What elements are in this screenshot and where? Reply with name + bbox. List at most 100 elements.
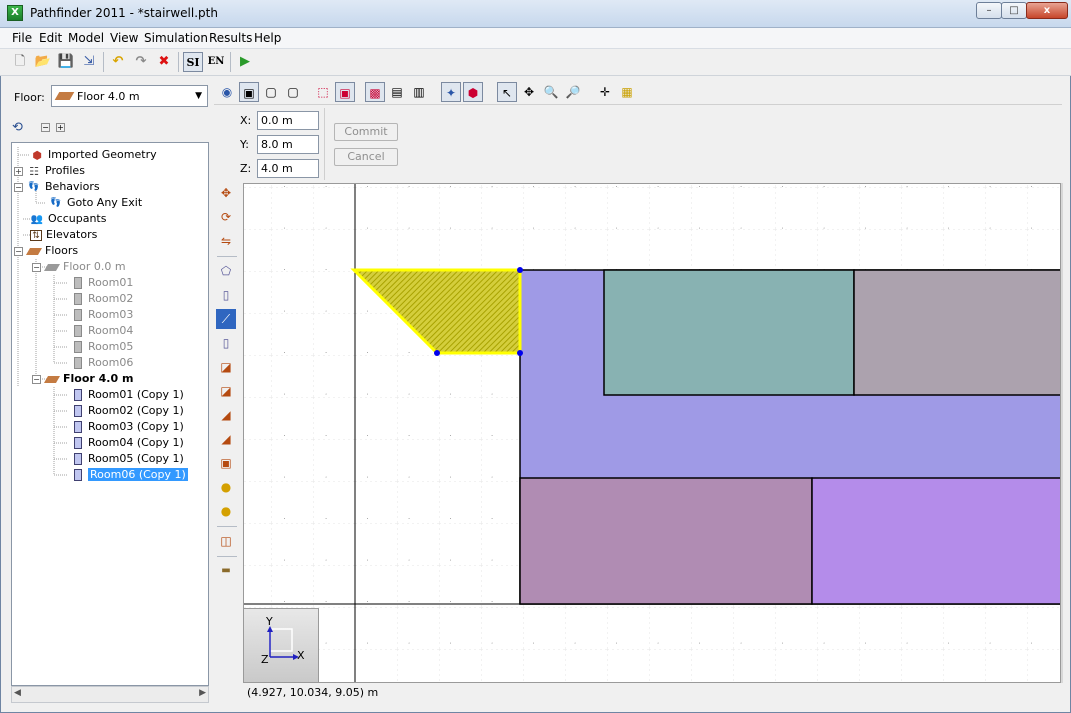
menu-edit[interactable]: Edit xyxy=(39,31,62,45)
mirror-tool-icon[interactable]: ⇋ xyxy=(216,231,236,251)
view-side-icon[interactable]: ▢ xyxy=(283,82,303,102)
x-coordinate-input[interactable]: 0.0 m xyxy=(257,111,319,130)
redo-icon[interactable]: ↷ xyxy=(131,52,151,72)
view-front-icon[interactable]: ▢ xyxy=(261,82,281,102)
floor-dropdown[interactable]: Floor 4.0 m ▼ xyxy=(51,85,208,107)
commit-button[interactable]: Commit xyxy=(334,123,398,141)
add-elevator-icon[interactable]: ◫ xyxy=(216,531,236,551)
cancel-button[interactable]: Cancel xyxy=(334,148,398,166)
add-occupant-icon[interactable]: ● xyxy=(216,477,236,497)
tree-item-room03-copy[interactable]: Room03 (Copy 1) xyxy=(74,419,184,435)
move-tool-icon[interactable]: ✥ xyxy=(216,183,236,203)
tree-item-room06-copy[interactable]: Room06 (Copy 1) xyxy=(74,467,188,483)
menu-simulation[interactable]: Simulation xyxy=(144,31,208,45)
tree-item-room01[interactable]: Room01 xyxy=(74,275,133,291)
tree-item-occupants[interactable]: 👥 Occupants xyxy=(30,211,107,227)
tree-item-floor-0[interactable]: − Floor 0.0 m xyxy=(32,259,126,275)
snap-icon[interactable]: ✛ xyxy=(595,82,615,102)
scroll-right-icon[interactable]: ▶ xyxy=(199,688,206,698)
ramp-tool-icon[interactable]: ◢ xyxy=(216,405,236,425)
tree-item-imported-geometry[interactable]: ⬢ Imported Geometry xyxy=(30,147,156,163)
menu-help[interactable]: Help xyxy=(254,31,281,45)
zoom-box-icon[interactable]: 🔎 xyxy=(563,82,583,102)
pan-tool-icon[interactable]: ✥ xyxy=(519,82,539,102)
new-file-icon[interactable]: 🗋 xyxy=(10,52,30,72)
ramp-two-point-icon[interactable]: ◢ xyxy=(216,429,236,449)
add-occupant-group-icon[interactable]: ● xyxy=(216,501,236,521)
save-icon[interactable]: 💾 xyxy=(56,52,76,72)
z-coordinate-input[interactable]: 4.0 m xyxy=(257,159,319,178)
menu-file[interactable]: File xyxy=(12,31,32,45)
hidden-view-icon[interactable]: ▥ xyxy=(409,82,429,102)
tree-item-room01-copy[interactable]: Room01 (Copy 1) xyxy=(74,387,184,403)
gizmo-y-label: Y xyxy=(266,615,273,628)
tree-item-room02[interactable]: Room02 xyxy=(74,291,133,307)
collapse-all-icon[interactable]: − xyxy=(41,123,50,132)
tree-item-room02-copy[interactable]: Room02 (Copy 1) xyxy=(74,403,184,419)
expand-all-icon[interactable]: + xyxy=(56,123,65,132)
rotate-tool-icon[interactable]: ⟳ xyxy=(216,207,236,227)
rectangle-room-icon[interactable]: ▯ xyxy=(216,285,236,305)
room-icon xyxy=(74,277,82,289)
maximize-button[interactable]: □ xyxy=(1001,2,1027,19)
delete-icon[interactable]: ✖ xyxy=(154,52,174,72)
stair-two-point-icon[interactable]: ◪ xyxy=(216,381,236,401)
view-top-icon[interactable]: ▣ xyxy=(239,82,259,102)
tree-item-room05[interactable]: Room05 xyxy=(74,339,133,355)
en-units-button[interactable]: EN xyxy=(206,52,226,72)
tree-horizontal-scrollbar[interactable]: ◀ ▶ xyxy=(11,686,209,703)
chevron-down-icon[interactable]: ▼ xyxy=(195,91,202,101)
si-units-button[interactable]: SI xyxy=(183,52,203,72)
extrude-room-icon[interactable]: ▣ xyxy=(216,453,236,473)
tree-item-behaviors[interactable]: − 👣 Behaviors xyxy=(14,179,100,195)
transparent-view-icon[interactable]: ▤ xyxy=(387,82,407,102)
tree-item-room03[interactable]: Room03 xyxy=(74,307,133,323)
show-navmesh-icon[interactable]: ✦ xyxy=(441,82,461,102)
tree-item-goto-any-exit[interactable]: 👣 Goto Any Exit xyxy=(49,195,142,211)
y-coordinate-input[interactable]: 8.0 m xyxy=(257,135,319,154)
collapse-icon[interactable]: − xyxy=(14,246,23,256)
import-icon[interactable]: ⇲ xyxy=(79,52,99,72)
reset-view-icon[interactable]: ◉ xyxy=(217,82,237,102)
imported-geometry-icon: ⬢ xyxy=(32,148,42,162)
menu-model[interactable]: Model xyxy=(68,31,104,45)
minimize-button[interactable]: – xyxy=(976,2,1002,19)
model-canvas[interactable]: Y X Z xyxy=(243,183,1061,683)
show-geometry-icon[interactable]: ⬢ xyxy=(463,82,483,102)
menu-view[interactable]: View xyxy=(110,31,138,45)
polygon-room-icon[interactable]: ⬠ xyxy=(216,261,236,281)
select-tool-icon[interactable]: ↖ xyxy=(497,82,517,102)
stair-tool-icon[interactable]: ◪ xyxy=(216,357,236,377)
open-folder-icon[interactable]: 📂 xyxy=(33,52,53,72)
tree-item-elevators[interactable]: ⇅ Elevators xyxy=(30,227,97,243)
scroll-left-icon[interactable]: ◀ xyxy=(14,688,21,698)
tree-item-room06[interactable]: Room06 xyxy=(74,355,133,371)
tree-item-room05-copy[interactable]: Room05 (Copy 1) xyxy=(74,451,184,467)
zoom-tool-icon[interactable]: 🔍 xyxy=(541,82,561,102)
solid-view-icon[interactable]: ▣ xyxy=(335,82,355,102)
menu-results[interactable]: Results xyxy=(209,31,252,45)
run-simulation-icon[interactable]: ▶ xyxy=(235,52,255,72)
measure-tool-icon[interactable]: ▬ xyxy=(216,561,236,581)
navigation-panel: Floor: Floor 4.0 m ▼ ⟲ − + ⬢ Imported Ge… xyxy=(7,80,209,705)
tree-item-room04[interactable]: Room04 xyxy=(74,323,133,339)
door-tool-icon[interactable]: ▯ xyxy=(216,333,236,353)
close-button[interactable]: x xyxy=(1026,2,1068,19)
collapse-icon[interactable]: − xyxy=(14,182,23,192)
z-label: Z: xyxy=(240,162,252,175)
wireframe-icon[interactable]: ⬚ xyxy=(313,82,333,102)
texture-view-icon[interactable]: ▩ xyxy=(365,82,385,102)
tree-item-floor-4[interactable]: − Floor 4.0 m xyxy=(32,371,133,387)
floor-swatch-icon xyxy=(54,92,75,100)
tree-item-profiles[interactable]: + ☷ Profiles xyxy=(14,163,85,179)
sync-icon[interactable]: ⟲ xyxy=(12,120,23,135)
collapse-icon[interactable]: − xyxy=(32,262,41,272)
tree-item-room04-copy[interactable]: Room04 (Copy 1) xyxy=(74,435,184,451)
profiles-icon: ☷ xyxy=(29,164,39,178)
tree-item-floors[interactable]: − Floors xyxy=(14,243,78,259)
expand-icon[interactable]: + xyxy=(14,166,23,176)
collapse-icon[interactable]: − xyxy=(32,374,41,384)
split-room-icon[interactable]: ⟋ xyxy=(216,309,236,329)
zoom-extents-icon[interactable]: ▦ xyxy=(617,82,637,102)
undo-icon[interactable]: ↶ xyxy=(108,52,128,72)
